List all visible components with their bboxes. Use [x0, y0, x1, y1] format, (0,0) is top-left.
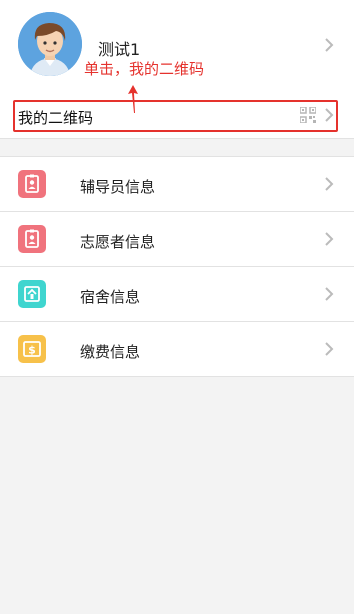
- dorm-icon: [18, 280, 46, 308]
- user-avatar-icon: [18, 12, 82, 76]
- annotation-text: 单击，我的二维码: [84, 60, 205, 78]
- info-menu: 辅导员信息 志愿者信息 宿舍信息 $ 缴费信息: [0, 156, 354, 377]
- menu-item-counselor[interactable]: 辅导员信息: [0, 157, 354, 212]
- qr-code-label: 我的二维码: [18, 109, 94, 127]
- username: 测试1: [98, 40, 141, 59]
- menu-item-label: 缴费信息: [80, 343, 141, 361]
- chevron-right-icon: [325, 287, 334, 301]
- avatar: [18, 12, 82, 76]
- chevron-right-icon: [325, 342, 334, 356]
- menu-item-label: 志愿者信息: [80, 233, 156, 251]
- chevron-right-icon: [325, 177, 334, 191]
- annotation-arrow-icon: [128, 85, 138, 113]
- menu-item-volunteer[interactable]: 志愿者信息: [0, 212, 354, 267]
- payment-icon: $: [18, 335, 46, 363]
- qr-code-icon: [300, 107, 316, 123]
- id-badge-icon: [18, 225, 46, 253]
- profile-page: 测试1 我的二维码 单击，我的二维码 辅导员信息 志愿者信息 宿舍信息 $ 缴费…: [0, 0, 354, 614]
- menu-item-label: 宿舍信息: [80, 288, 141, 306]
- chevron-right-icon: [325, 232, 334, 246]
- chevron-right-icon: [325, 108, 334, 122]
- menu-item-dormitory[interactable]: 宿舍信息: [0, 267, 354, 322]
- profile-header[interactable]: 测试1: [0, 0, 354, 93]
- chevron-right-icon: [325, 38, 334, 52]
- id-badge-icon: [18, 170, 46, 198]
- svg-text:$: $: [28, 344, 36, 357]
- menu-item-label: 辅导员信息: [80, 178, 156, 196]
- menu-item-payment[interactable]: $ 缴费信息: [0, 322, 354, 377]
